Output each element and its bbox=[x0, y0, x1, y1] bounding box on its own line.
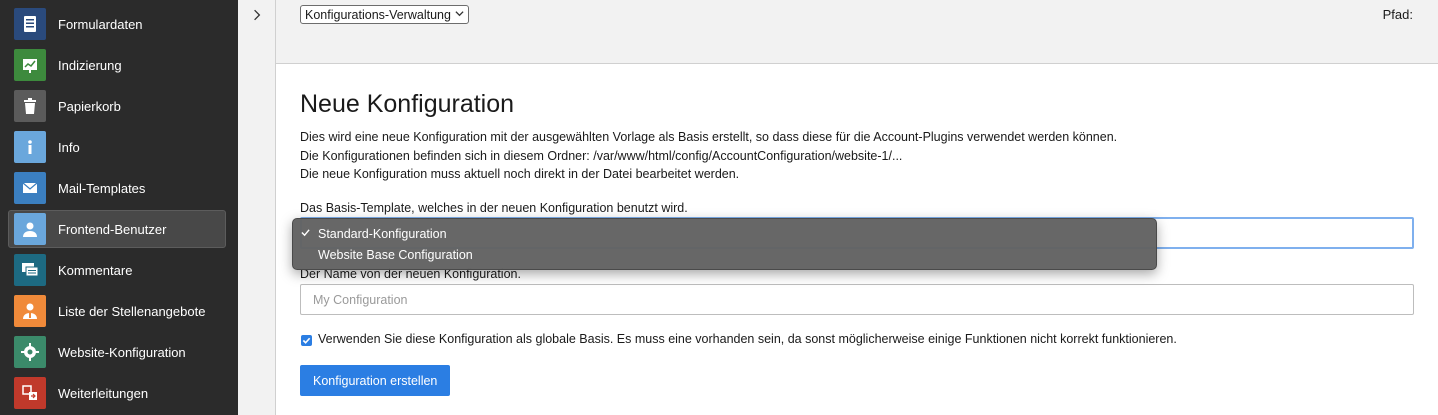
sidebar-item-mail-templates[interactable]: Mail-Templates bbox=[8, 169, 226, 207]
sidebar-item-weiterleitungen[interactable]: Weiterleitungen bbox=[8, 374, 226, 412]
sidebar-item-indizierung[interactable]: Indizierung bbox=[8, 46, 226, 84]
sidebar-item-label: Formulardaten bbox=[58, 16, 143, 32]
job-icon bbox=[14, 295, 46, 327]
redirect-icon bbox=[14, 377, 46, 409]
sidebar-item-label: Kommentare bbox=[58, 262, 133, 278]
description-line: Die neue Konfiguration muss aktuell noch… bbox=[300, 167, 740, 181]
trash-icon bbox=[14, 90, 46, 122]
sidebar-item-label: Mail-Templates bbox=[58, 180, 146, 196]
info-icon bbox=[14, 131, 46, 163]
checkmark-icon bbox=[301, 228, 310, 240]
module-select[interactable]: Konfigurations-Verwaltung bbox=[300, 5, 469, 24]
sidebar-item-label: Weiterleitungen bbox=[58, 385, 149, 401]
sidebar-item-papierkorb[interactable]: Papierkorb bbox=[8, 87, 226, 125]
sidebar-item-label: Liste der Stellenangebote bbox=[58, 303, 206, 319]
user-icon bbox=[14, 213, 46, 245]
navigation-toggle-strip bbox=[238, 0, 276, 415]
dropdown-option-website-base[interactable]: Website Base Configuration bbox=[318, 248, 473, 262]
create-configuration-button[interactable]: Konfiguration erstellen bbox=[300, 365, 451, 396]
dropdown-option-standard[interactable]: Standard-Konfiguration bbox=[318, 227, 447, 241]
chevron-right-icon[interactable] bbox=[250, 6, 264, 24]
name-input-placeholder: My Configuration bbox=[313, 292, 408, 307]
name-input[interactable]: My Configuration bbox=[300, 284, 1414, 315]
global-basis-checkbox-label[interactable]: Verwenden Sie diese Konfiguration als gl… bbox=[318, 332, 1177, 346]
sidebar-item-label: Indizierung bbox=[58, 57, 122, 73]
description-line: Dies wird eine neue Konfiguration mit de… bbox=[300, 130, 1118, 144]
gear-icon bbox=[14, 336, 46, 368]
sidebar: Formulardaten Indizierung Papierkorb Inf… bbox=[0, 0, 238, 415]
sidebar-item-label: Frontend-Benutzer bbox=[58, 221, 167, 237]
page-title: Neue Konfiguration bbox=[300, 90, 515, 118]
path-label: Pfad: bbox=[1382, 7, 1413, 22]
sidebar-item-stellenangebote[interactable]: Liste der Stellenangebote bbox=[8, 292, 226, 330]
sidebar-item-info[interactable]: Info bbox=[8, 128, 226, 166]
sidebar-item-kommentare[interactable]: Kommentare bbox=[8, 251, 226, 289]
description-line: Die Konfigurationen befinden sich in die… bbox=[300, 149, 903, 163]
module-topbar: Konfigurations-Verwaltung Pfad: bbox=[276, 0, 1438, 64]
template-select-label: Das Basis-Template, welches in der neuen… bbox=[300, 201, 688, 215]
template-select-dropdown: Standard-Konfiguration Website Base Conf… bbox=[292, 218, 1157, 270]
chart-icon bbox=[14, 49, 46, 81]
mail-icon bbox=[14, 172, 46, 204]
sidebar-item-website-konfiguration[interactable]: Website-Konfiguration bbox=[8, 333, 226, 371]
sidebar-item-label: Info bbox=[58, 139, 80, 155]
sidebar-item-label: Website-Konfiguration bbox=[58, 344, 186, 360]
chevron-down-icon bbox=[455, 9, 464, 20]
form-icon bbox=[14, 8, 46, 40]
global-basis-checkbox[interactable] bbox=[301, 335, 312, 346]
module-select-value: Konfigurations-Verwaltung bbox=[305, 7, 451, 22]
sidebar-item-label: Papierkorb bbox=[58, 98, 121, 114]
sidebar-item-formulardaten[interactable]: Formulardaten bbox=[8, 5, 226, 43]
comments-icon bbox=[14, 254, 46, 286]
sidebar-item-frontend-benutzer[interactable]: Frontend-Benutzer bbox=[8, 210, 226, 248]
